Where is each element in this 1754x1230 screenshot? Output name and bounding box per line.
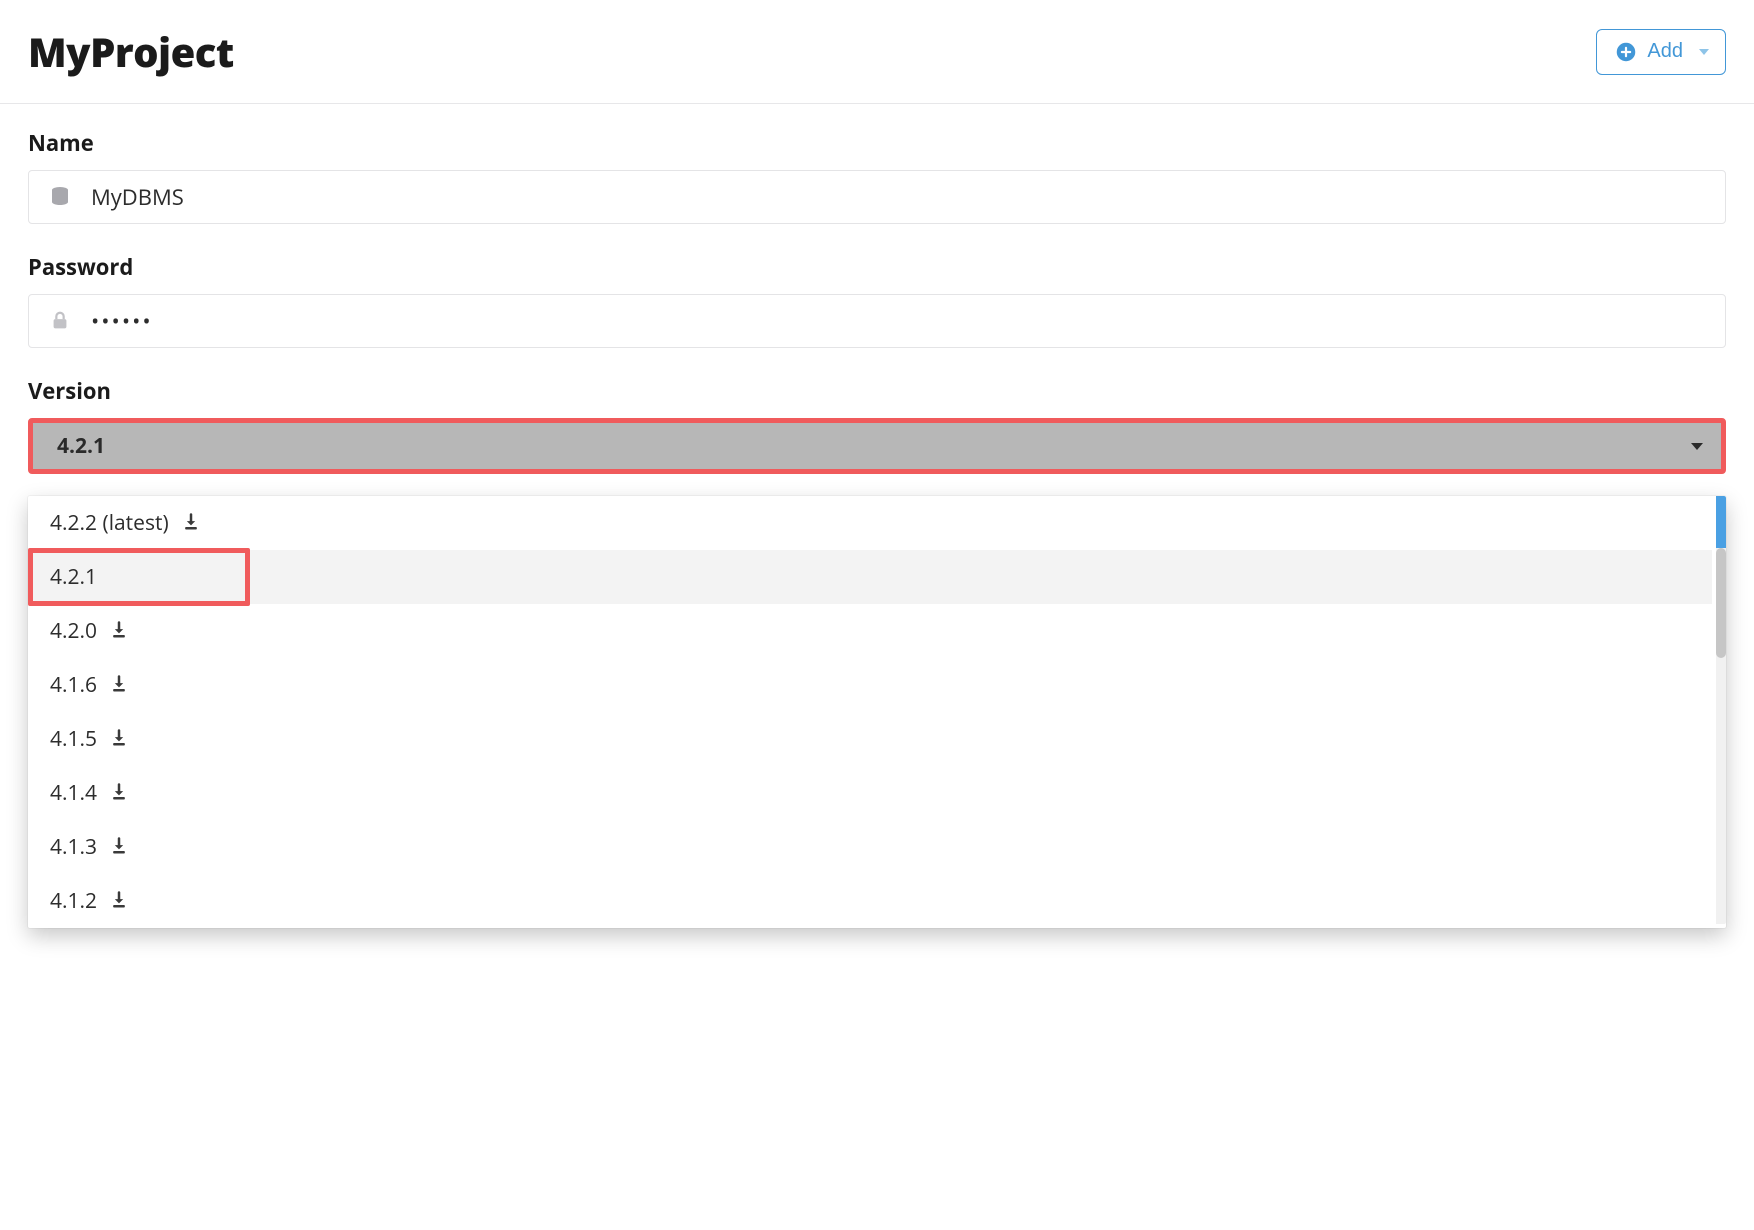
- version-option[interactable]: 4.1.4: [28, 766, 1712, 820]
- version-select[interactable]: 4.2.1: [33, 423, 1721, 469]
- version-option[interactable]: 4.1.3: [28, 820, 1712, 874]
- version-option[interactable]: 4.2.0: [28, 604, 1712, 658]
- download-icon: [109, 782, 131, 804]
- version-option-label: 4.1.4: [50, 779, 97, 807]
- scrollbar-thumb[interactable]: [1716, 548, 1726, 658]
- version-option[interactable]: 4.2.1: [28, 550, 1712, 604]
- version-option[interactable]: 4.1.6: [28, 658, 1712, 712]
- version-option-label: 4.1.3: [50, 833, 97, 861]
- scroll-accent: [1716, 496, 1726, 548]
- version-label: Version: [28, 376, 1726, 406]
- name-field: Name: [28, 128, 1726, 224]
- download-icon: [181, 512, 203, 534]
- download-icon: [109, 674, 131, 696]
- version-option-label: 4.2.1: [50, 563, 97, 591]
- download-icon: [109, 728, 131, 750]
- add-button-label: Add: [1647, 40, 1683, 63]
- download-icon: [109, 620, 131, 642]
- password-field: Password: [28, 252, 1726, 348]
- database-icon: [47, 184, 73, 210]
- password-input[interactable]: [89, 305, 1707, 337]
- password-label: Password: [28, 252, 1726, 282]
- version-option-label: 4.1.6: [50, 671, 97, 699]
- version-option-highlight: 4.2.1: [28, 548, 250, 606]
- lock-icon: [47, 308, 73, 334]
- page-title: MyProject: [28, 24, 234, 79]
- version-option[interactable]: 4.1.2: [28, 874, 1712, 928]
- version-dropdown: 4.2.2 (latest) 4.2.1 4.2.0 4.1.6 4.1.5 4.1.4 4…: [28, 496, 1726, 928]
- download-icon: [109, 890, 131, 912]
- version-option[interactable]: 4.1.5: [28, 712, 1712, 766]
- download-icon: [109, 836, 131, 858]
- version-option-label: 4.2.2 (latest): [50, 509, 169, 537]
- version-option-label: 4.1.5: [50, 725, 97, 753]
- version-option[interactable]: 4.2.2 (latest): [28, 496, 1712, 550]
- add-button[interactable]: Add: [1596, 29, 1726, 75]
- password-input-row: [28, 294, 1726, 348]
- version-select-highlight: 4.2.1: [28, 418, 1726, 474]
- name-label: Name: [28, 128, 1726, 158]
- name-input-row: [28, 170, 1726, 224]
- version-field: Version 4.2.1: [28, 376, 1726, 474]
- header: MyProject Add: [0, 0, 1754, 104]
- plus-circle-icon: [1615, 41, 1637, 63]
- version-option-label: 4.2.0: [50, 617, 97, 645]
- version-option-label: 4.1.2: [50, 887, 97, 915]
- name-input[interactable]: [89, 181, 1707, 213]
- caret-down-icon: [1691, 443, 1703, 450]
- version-selected-value: 4.2.1: [57, 432, 105, 460]
- caret-down-icon: [1699, 49, 1709, 55]
